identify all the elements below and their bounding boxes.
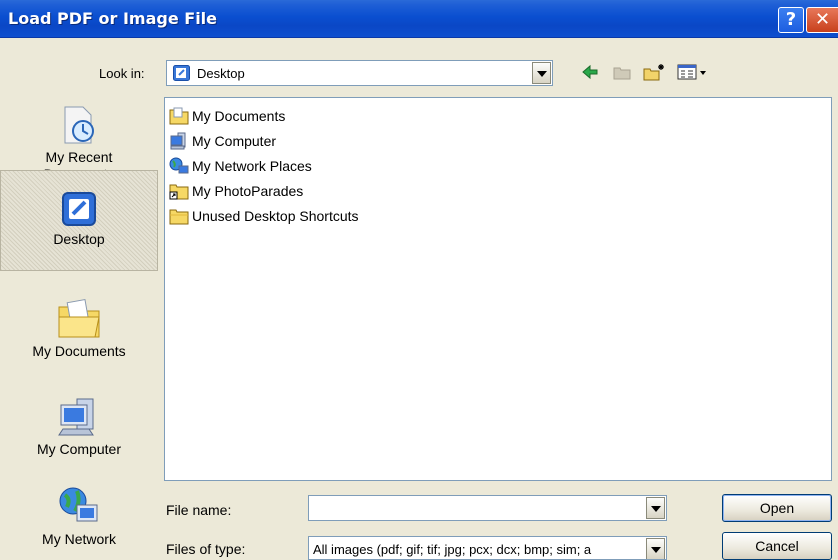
up-folder-icon[interactable]: [612, 62, 632, 82]
my-documents-icon: [169, 107, 189, 125]
new-folder-icon[interactable]: [642, 62, 666, 82]
lookin-label: Look in:: [99, 66, 145, 81]
file-item-label: My PhotoParades: [192, 183, 304, 199]
filetype-dropdown[interactable]: All images (pdf; gif; tif; jpg; pcx; dcx…: [308, 536, 667, 560]
close-button[interactable]: ✕: [806, 7, 838, 33]
my-computer-icon: [58, 398, 94, 436]
place-label: My Computer: [36, 441, 122, 457]
filename-input[interactable]: [308, 495, 667, 521]
filetype-value: All images (pdf; gif; tif; jpg; pcx; dcx…: [313, 542, 592, 557]
file-item-my-network-places[interactable]: My Network Places: [169, 156, 312, 176]
my-documents-icon: [58, 299, 100, 338]
open-button[interactable]: Open: [722, 494, 832, 522]
cancel-button[interactable]: Cancel: [722, 532, 832, 560]
folder-icon: [169, 209, 189, 225]
file-item-label: My Network Places: [192, 158, 312, 174]
lookin-dropdown-arrow[interactable]: [532, 62, 551, 84]
lookin-dropdown[interactable]: Desktop: [166, 60, 553, 86]
file-item-label: My Computer: [192, 133, 277, 149]
file-item-label: Unused Desktop Shortcuts: [192, 208, 359, 224]
file-item-my-computer[interactable]: My Computer: [169, 131, 276, 151]
file-item-label: My Documents: [192, 108, 286, 124]
back-arrow-icon[interactable]: [580, 62, 600, 82]
desktop-icon: [173, 65, 190, 81]
recent-documents-icon: [64, 106, 94, 144]
place-my-computer[interactable]: My Computer: [0, 395, 158, 475]
filetype-label: Files of type:: [166, 541, 246, 557]
filename-dropdown-arrow[interactable]: [646, 497, 665, 519]
window-title: Load PDF or Image File: [8, 9, 218, 28]
place-label: My Network: [42, 531, 116, 547]
desktop-icon: [62, 192, 96, 226]
network-places-icon: [169, 157, 189, 174]
filename-label: File name:: [166, 502, 232, 518]
place-my-network[interactable]: My Network: [0, 485, 158, 560]
my-network-icon: [59, 487, 98, 522]
title-bar[interactable]: Load PDF or Image File ? ✕: [0, 0, 838, 38]
file-item-unused-desktop-shortcuts[interactable]: Unused Desktop Shortcuts: [169, 206, 359, 226]
place-label: Desktop: [53, 231, 105, 247]
shortcut-folder-icon: [169, 184, 189, 200]
filetype-dropdown-arrow[interactable]: [646, 538, 665, 559]
place-my-documents[interactable]: My Documents: [0, 297, 158, 377]
view-menu-icon[interactable]: [676, 62, 710, 82]
place-label: My Documents: [32, 343, 126, 359]
file-item-my-photoparades[interactable]: My PhotoParades: [169, 181, 303, 201]
lookin-value: Desktop: [197, 66, 245, 81]
file-item-my-documents[interactable]: My Documents: [169, 106, 285, 126]
file-list[interactable]: My Documents My Computer My Network Plac…: [164, 97, 832, 481]
place-label-line1: My Recent: [45, 149, 113, 165]
place-desktop[interactable]: Desktop: [0, 170, 158, 271]
places-bar: My Recent Documents Desktop My Documents…: [0, 95, 158, 560]
my-computer-icon: [170, 132, 186, 150]
help-button[interactable]: ?: [778, 7, 804, 33]
